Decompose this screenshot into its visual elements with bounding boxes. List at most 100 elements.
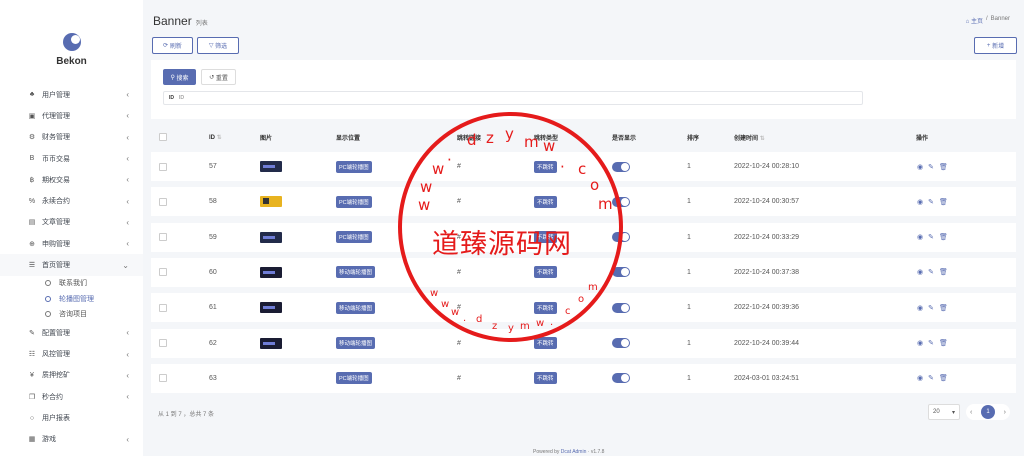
banner-thumbnail[interactable] xyxy=(260,302,282,314)
show-toggle[interactable] xyxy=(612,196,630,207)
sidebar-item-3[interactable]: ⚙ 财务管理 ‹ xyxy=(0,127,143,148)
view-icon[interactable]: ◉ xyxy=(917,163,923,171)
sidebar-item-2[interactable]: ☷ 风控管理 ‹ xyxy=(0,343,143,364)
banner-thumbnail[interactable] xyxy=(260,337,282,349)
user-icon: ♣ xyxy=(29,91,35,99)
delete-icon[interactable]: 🗑 xyxy=(939,233,948,241)
show-toggle[interactable] xyxy=(612,232,630,243)
show-toggle[interactable] xyxy=(612,161,630,172)
sidebar-subitem-label: 轮播图管理 xyxy=(59,295,94,303)
edit-icon[interactable]: ✎ xyxy=(928,198,934,206)
banner-thumbnail[interactable] xyxy=(260,161,282,172)
row-checkbox[interactable] xyxy=(159,268,167,277)
sidebar-subitem-1[interactable]: 联系我们 xyxy=(0,276,143,292)
show-toggle[interactable] xyxy=(612,267,630,278)
show-toggle[interactable] xyxy=(612,338,630,348)
row-id: 60 xyxy=(209,268,217,276)
id-filter-label: ID xyxy=(169,95,174,101)
refresh-button[interactable]: ⟳ 刷新 xyxy=(152,37,193,54)
sidebar-item-4[interactable]: B 币币交易 ‹ xyxy=(0,148,143,169)
chevron-icon: ‹ xyxy=(126,217,129,227)
delete-icon[interactable]: 🗑 xyxy=(939,304,948,312)
dcat-admin-link[interactable]: Dcat Admin xyxy=(561,449,587,455)
delete-icon[interactable]: 🗑 xyxy=(939,163,948,171)
row-checkbox[interactable] xyxy=(159,303,167,312)
filter-icon: ▽ xyxy=(208,43,214,49)
row-checkbox[interactable] xyxy=(159,233,167,242)
view-icon[interactable]: ◉ xyxy=(917,198,923,206)
sidebar-item-4[interactable]: ❐ 秒合约 ‹ xyxy=(0,386,143,407)
row-sort: 1 xyxy=(687,374,691,382)
row-created: 2022-10-24 00:33:29 xyxy=(734,233,799,241)
view-icon[interactable]: ◉ xyxy=(917,233,923,241)
view-icon[interactable]: ◉ xyxy=(917,374,923,382)
row-checkbox[interactable] xyxy=(159,374,167,383)
sidebar-item-1[interactable]: ✎ 配置管理 ‹ xyxy=(0,322,143,343)
row-sort: 1 xyxy=(687,268,691,276)
reset-button[interactable]: ↺ 重置 xyxy=(201,69,236,85)
row-checkbox[interactable] xyxy=(159,197,167,206)
sidebar-item-5[interactable]: ○ 用户报表 xyxy=(0,407,143,428)
row-checkbox[interactable] xyxy=(159,162,167,171)
delete-icon[interactable]: 🗑 xyxy=(939,268,948,276)
sidebar-item-3[interactable]: ¥ 质押挖矿 ‹ xyxy=(0,365,143,386)
sidebar-item-7[interactable]: ▤ 文章管理 ‹ xyxy=(0,212,143,233)
show-toggle[interactable] xyxy=(612,373,630,384)
home-icon: ⌂ xyxy=(965,19,970,25)
sidebar-item-label: 申购管理 xyxy=(42,240,70,248)
edit-icon[interactable]: ✎ xyxy=(928,374,934,382)
search-button[interactable]: ⚲ 搜索 xyxy=(163,69,196,85)
edit-icon[interactable]: ✎ xyxy=(928,339,934,347)
filter-button[interactable]: ▽ 筛选 xyxy=(197,37,239,54)
sidebar-item-6[interactable]: ▦ 游戏 ‹ xyxy=(0,429,143,450)
sidebar-item-6[interactable]: % 永续合约 ‹ xyxy=(0,190,143,211)
delete-icon[interactable]: 🗑 xyxy=(939,374,948,382)
page-1-button[interactable]: 1 xyxy=(981,405,995,419)
id-input[interactable] xyxy=(179,95,862,101)
new-button[interactable]: + 新增 xyxy=(974,37,1017,54)
sidebar-item-8[interactable]: ⊕ 申购管理 ‹ xyxy=(0,233,143,254)
breadcrumb-home[interactable]: ⌂ 主页 xyxy=(966,16,983,25)
edit-icon[interactable]: ✎ xyxy=(928,163,934,171)
table-row: 61 移动端轮播图 # 不跳转 1 2022-10-24 00:39:36 ◉ ✎ 🗑 xyxy=(151,293,1016,323)
sidebar-subitem-2[interactable]: 轮播图管理 xyxy=(0,291,143,307)
sidebar-item-5[interactable]: ฿ 期权交易 ‹ xyxy=(0,169,143,190)
edit-icon[interactable]: ✎ xyxy=(928,304,934,312)
prev-page-button[interactable]: ‹ xyxy=(970,409,972,416)
page-size-select[interactable]: 20 ▾ xyxy=(928,404,960,420)
banner-thumbnail[interactable] xyxy=(260,266,282,278)
view-icon[interactable]: ◉ xyxy=(917,304,923,312)
th-id[interactable]: ID ⇅ xyxy=(209,134,222,141)
select-all-checkbox[interactable] xyxy=(159,133,167,141)
delete-icon[interactable]: 🗑 xyxy=(939,198,948,206)
wrench-icon: ✎ xyxy=(29,329,35,337)
sidebar-item-1[interactable]: ♣ 用户管理 ‹ xyxy=(0,84,143,105)
view-icon[interactable]: ◉ xyxy=(917,268,923,276)
edit-icon[interactable]: ✎ xyxy=(928,233,934,241)
row-created: 2022-10-24 00:39:36 xyxy=(734,304,799,312)
banner-thumbnail[interactable] xyxy=(260,231,282,243)
th-created[interactable]: 创建时间 ⇅ xyxy=(734,133,765,142)
brand[interactable]: Bekon xyxy=(0,0,143,84)
position-badge: 移动端轮播图 xyxy=(336,337,376,349)
row-created: 2024-03-01 03:24:51 xyxy=(734,374,799,382)
sidebar-subitem-3[interactable]: 咨询项目 xyxy=(0,307,143,323)
show-toggle[interactable] xyxy=(612,302,630,313)
table-header: ID ⇅ 图片 显示位置 跳转链接 跳转类型 是否显示 排序 创建时间 ⇅ 操作 xyxy=(151,128,1016,146)
edit-icon[interactable]: ✎ xyxy=(928,268,934,276)
delete-icon[interactable]: 🗑 xyxy=(939,339,948,347)
sidebar-item-2[interactable]: ▣ 代理管理 ‹ xyxy=(0,105,143,126)
sidebar-item-label: 期权交易 xyxy=(42,176,70,184)
page-size-value: 20 xyxy=(933,409,940,415)
banner-thumbnail[interactable] xyxy=(260,196,282,208)
view-icon[interactable]: ◉ xyxy=(917,339,923,347)
position-badge: 移动端轮播图 xyxy=(336,266,376,279)
sidebar-item-9[interactable]: ☰ 首页管理 ⌄ xyxy=(0,254,143,276)
row-id: 61 xyxy=(209,304,217,312)
row-checkbox[interactable] xyxy=(159,339,167,347)
table-row: 59 PC端轮播图 # 不跳转 1 2022-10-24 00:33:29 ◉ ✎ 🗑 xyxy=(151,222,1016,252)
chevron-down-icon: ▾ xyxy=(951,409,955,416)
id-card-icon: ▣ xyxy=(28,112,36,120)
next-page-button[interactable]: › xyxy=(1004,409,1006,416)
breadcrumb-current: Banner xyxy=(990,16,1010,22)
